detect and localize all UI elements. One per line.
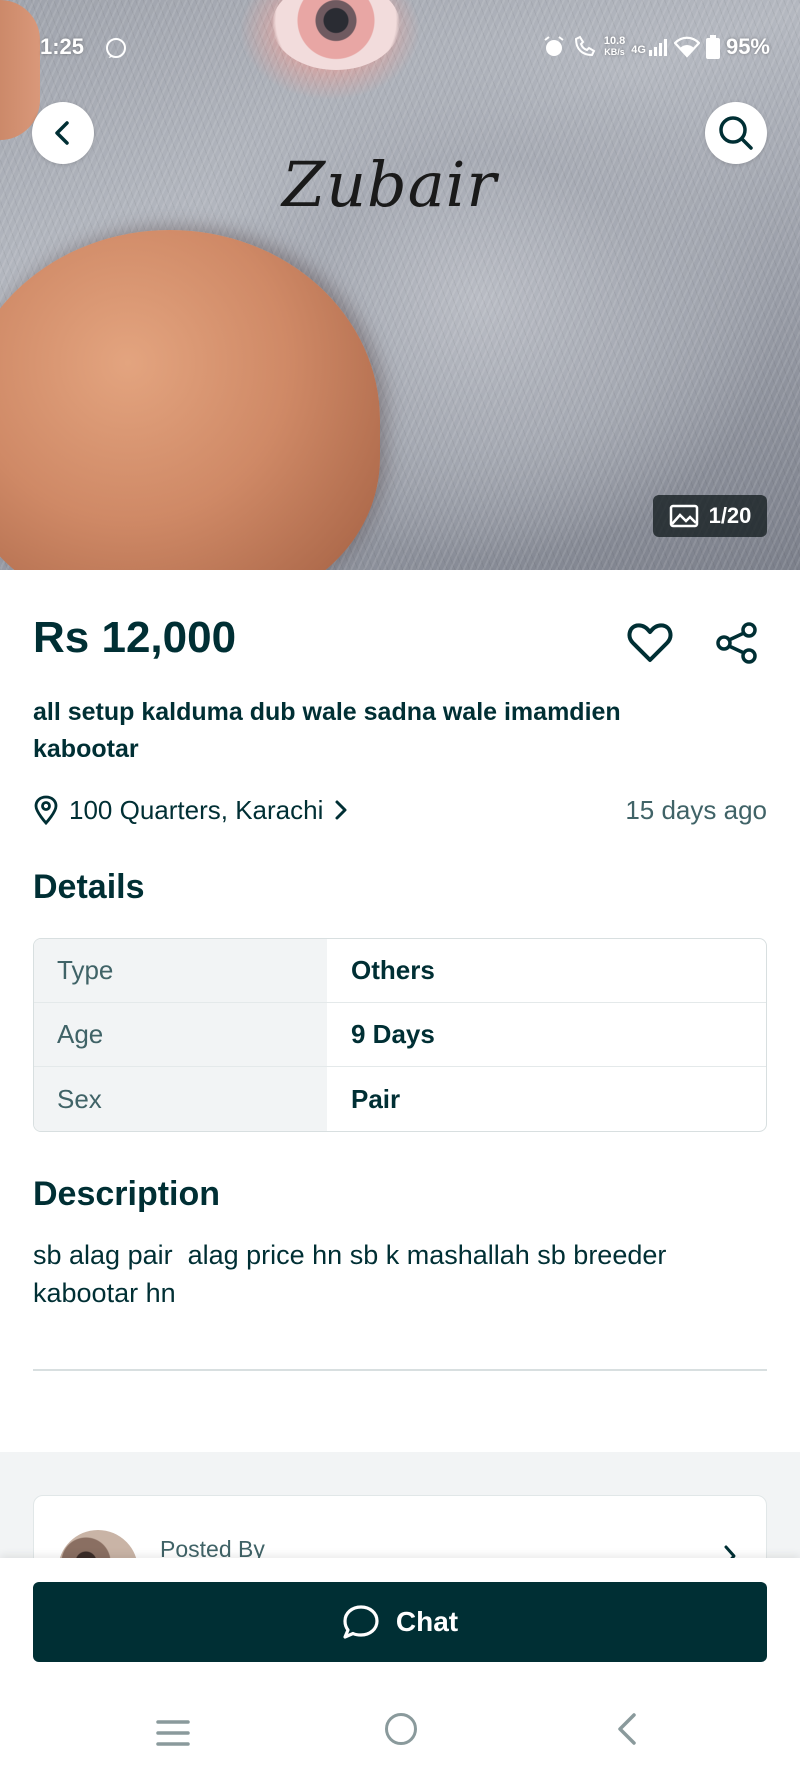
network-type: 4G: [631, 44, 646, 56]
location-link[interactable]: 100 Quarters, Karachi: [33, 795, 349, 826]
status-icons: 10.8 KB/s 4G 95%: [542, 34, 770, 60]
back-button[interactable]: [32, 102, 94, 164]
chevron-right-icon: [335, 800, 347, 820]
location-row: 100 Quarters, Karachi 15 days ago: [33, 790, 767, 830]
details-value: 9 Days: [351, 1019, 435, 1049]
listing-title: all setup kalduma dub wale sadna wale im…: [33, 698, 621, 763]
image-counter-text: 1/20: [708, 503, 752, 528]
back-icon[interactable]: [612, 1712, 642, 1746]
signal-icon: 4G: [631, 38, 668, 56]
network-speed: 10.8 KB/s: [604, 36, 625, 58]
posted-date: 15 days ago: [625, 794, 767, 825]
chat-bubble-icon: [343, 1605, 379, 1639]
search-button[interactable]: [705, 102, 767, 164]
network-speed-unit: KB/s: [604, 47, 625, 57]
details-heading: Details: [33, 868, 145, 906]
status-bar: 1:25 10.8 KB/s 4G 95%: [0, 32, 800, 66]
battery-percentage: 95%: [725, 34, 770, 59]
details-row-type: Type Others: [34, 939, 766, 1003]
alarm-icon: [544, 36, 564, 56]
bottom-action-bar: Chat: [0, 1558, 800, 1771]
network-speed-value: 10.8: [603, 35, 626, 47]
details-row-sex: Sex Pair: [34, 1067, 766, 1131]
search-icon: [719, 116, 753, 150]
share-icon: [716, 622, 757, 664]
location-text: 100 Quarters, Karachi: [69, 794, 324, 825]
status-time: 1:25: [40, 34, 85, 59]
description-text: sb alag pair alag price hn sb k mashalla…: [33, 1240, 674, 1308]
chat-button-label: Chat: [395, 1606, 459, 1637]
details-key: Sex: [34, 1067, 327, 1131]
menu-icon[interactable]: [155, 1718, 191, 1748]
listing-price: Rs 12,000: [33, 613, 237, 662]
details-table: Type Others Age 9 Days Sex Pair: [33, 938, 767, 1132]
photo-watermark: Zubair: [282, 148, 498, 221]
battery-icon: [705, 35, 720, 59]
wifi-icon: [673, 36, 700, 58]
home-icon[interactable]: [385, 1713, 417, 1745]
heart-icon: [627, 623, 673, 662]
details-row-age: Age 9 Days: [34, 1003, 766, 1067]
chat-button[interactable]: Chat: [33, 1582, 767, 1662]
gallery-icon: [669, 504, 698, 528]
image-counter[interactable]: 1/20: [653, 495, 767, 537]
listing-photo[interactable]: Zubair 1:25 10.8 KB/s 4G 95% 1/20: [0, 0, 800, 570]
wifi-call-icon: [574, 35, 596, 57]
description-heading: Description: [33, 1175, 221, 1213]
details-key: Type: [34, 939, 327, 1002]
location-pin-icon: [34, 795, 58, 825]
details-value: Others: [351, 955, 435, 985]
back-arrow-icon: [55, 121, 69, 145]
details-value: Pair: [351, 1083, 401, 1114]
section-divider: [33, 1369, 767, 1371]
share-button[interactable]: [712, 618, 762, 668]
whatsapp-icon: [106, 38, 126, 58]
details-key: Age: [34, 1003, 327, 1066]
favorite-button[interactable]: [625, 618, 675, 668]
